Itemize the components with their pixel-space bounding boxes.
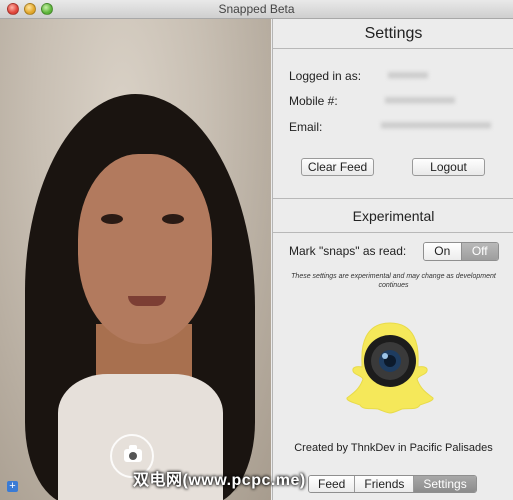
camera-subject-eye <box>101 214 123 224</box>
mark-snaps-read-toggle[interactable]: On Off <box>423 242 499 261</box>
tab-bar: Feed Friends Settings <box>308 475 477 493</box>
camera-preview: + <box>0 19 271 500</box>
settings-heading: Settings <box>364 25 423 42</box>
camera-icon <box>124 445 142 462</box>
add-icon[interactable]: + <box>7 481 18 492</box>
camera-subject-face <box>78 154 212 344</box>
clear-feed-button[interactable]: Clear Feed <box>301 158 374 176</box>
toggle-on-option[interactable]: On <box>424 243 461 260</box>
divider <box>273 198 513 199</box>
experimental-heading: Experimental <box>352 208 435 224</box>
divider <box>273 232 513 233</box>
credit-text: Created by ThnkDev in Pacific Palisades <box>294 442 493 454</box>
email-label: Email: <box>289 120 323 134</box>
settings-panel: Settings Logged in as: xxxxxxxx Mobile #… <box>272 19 513 500</box>
mark-snaps-read-label: Mark "snaps" as read: <box>289 244 407 258</box>
camera-subject-eye <box>162 214 184 224</box>
watermark: 双电网(www.pcpc.me) <box>133 472 306 489</box>
window-title: Snapped Beta <box>218 2 295 16</box>
email-value-redacted: xxxxxxxxxxxxxxxxxxxxxx <box>381 120 491 131</box>
tab-friends[interactable]: Friends <box>355 476 415 492</box>
mobile-label: Mobile #: <box>289 94 338 108</box>
divider <box>273 48 513 49</box>
logged-in-value-redacted: xxxxxxxx <box>388 70 428 81</box>
toggle-off-option[interactable]: Off <box>460 243 498 260</box>
title-bar[interactable]: Snapped Beta <box>0 0 513 19</box>
snapchat-ghost-logo <box>346 322 434 414</box>
experimental-note: These settings are experimental and may … <box>291 273 496 289</box>
logged-in-label: Logged in as: <box>289 69 362 83</box>
app-window: Snapped Beta + Settings Logged in as: xx… <box>0 0 513 500</box>
mobile-value-redacted: xxxxxxxxxxxxxx <box>385 95 455 106</box>
logout-button[interactable]: Logout <box>412 158 485 176</box>
tab-feed[interactable]: Feed <box>309 476 356 492</box>
camera-subject-mouth <box>128 296 166 306</box>
tab-settings[interactable]: Settings <box>414 476 476 492</box>
